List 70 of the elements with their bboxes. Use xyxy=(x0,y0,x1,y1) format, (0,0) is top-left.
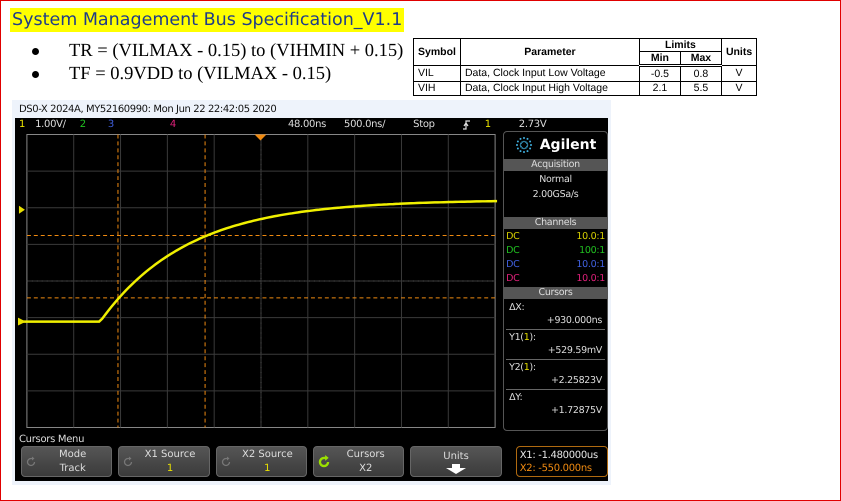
table-cell: Data, Clock Input High Voltage xyxy=(460,81,640,96)
channel-coupling: DC xyxy=(506,272,520,286)
menu-title: Cursors Menu xyxy=(18,433,86,446)
delay-value: 48.00ns xyxy=(288,119,326,130)
bullet-icon xyxy=(32,48,39,55)
brand-name: Agilent xyxy=(540,137,596,153)
table-cell: V xyxy=(721,81,757,96)
softkey[interactable]: X1 Source 1 xyxy=(118,446,210,477)
sample-rate: 2.00GSa/s xyxy=(532,188,580,202)
cursor-value: +930.000ns xyxy=(546,314,602,327)
softkey[interactable]: Units xyxy=(410,446,502,477)
channel-number[interactable]: 2 xyxy=(80,119,86,130)
probe-ratio: 10.0:1 xyxy=(576,258,605,272)
cycle-icon xyxy=(25,456,37,468)
table-header: Max xyxy=(680,52,722,66)
softkey[interactable]: X2 Source 1 xyxy=(216,446,308,477)
cursor-label: ΔY: xyxy=(509,391,524,404)
cursor-label: Y2(1): xyxy=(509,361,537,374)
table-cell: 2.1 xyxy=(639,81,680,96)
table-header: Symbol xyxy=(414,38,460,66)
trigger-level: 2.73V xyxy=(518,119,546,130)
softkey[interactable]: Mode Track xyxy=(21,446,112,477)
channel-coupling: DC xyxy=(506,258,520,272)
vertical-scale: 1.00V/ xyxy=(35,119,66,130)
cursor-value: +1.72875V xyxy=(550,404,602,417)
table-header: Parameter xyxy=(460,38,640,66)
cursor-label: Y1(1): xyxy=(509,331,537,344)
channel-coupling: DC xyxy=(506,244,520,258)
spark-logo-icon xyxy=(514,136,533,154)
table-cell: V xyxy=(721,66,757,82)
cycle-icon xyxy=(317,454,332,468)
channel-number[interactable]: 4 xyxy=(170,119,176,130)
formula-text: TF = 0.9VDD to (VILMAX - 0.15) xyxy=(69,64,332,85)
probe-ratio: 100:1 xyxy=(579,244,605,258)
acquisition-mode: Normal xyxy=(538,173,573,187)
bullet-icon xyxy=(32,71,39,78)
probe-ratio: 10.0:1 xyxy=(576,272,605,286)
table-cell: 0.8 xyxy=(680,66,722,82)
trigger-source: 1 xyxy=(484,119,491,130)
cursor-label: ΔX: xyxy=(509,301,526,314)
table-cell: -0.5 xyxy=(639,66,680,82)
cursor-value: +2.25823V xyxy=(550,374,602,387)
channel-number[interactable]: 3 xyxy=(108,119,114,130)
section-header: Channels xyxy=(504,217,607,229)
section-header: Cursors xyxy=(504,287,607,299)
table-header: Units xyxy=(721,38,757,66)
table-header: Limits xyxy=(639,38,722,52)
readout-text: X1: -1.480000us xyxy=(520,448,599,462)
page-title: System Management Bus Specification_V1.1 xyxy=(10,8,404,32)
timebase-value: 500.0ns/ xyxy=(344,119,386,130)
readout-text: X2: -550.000ns xyxy=(520,462,593,474)
table-cell: 5.5 xyxy=(680,81,722,96)
formula-text: TR = (VILMAX - 0.15) to (VIHMIN + 0.15) xyxy=(69,41,404,62)
table-header: Min xyxy=(639,52,680,66)
cursor-value: +529.59mV xyxy=(546,344,602,357)
table-cell: VIH xyxy=(414,81,460,96)
softkey[interactable]: Cursors X2 xyxy=(313,446,404,477)
rising-edge-icon xyxy=(462,120,471,130)
channel-coupling: DC xyxy=(506,230,520,244)
down-arrow-icon xyxy=(446,464,466,474)
trigger-position-icon xyxy=(254,134,266,140)
table-cell: VIL xyxy=(414,66,460,82)
screenshot-caption: DS0-X 2024A, MY52160990: Mon Jun 22 22:42:05 2020 xyxy=(18,103,278,117)
probe-ratio: 10.0:1 xyxy=(576,230,605,244)
run-state: Stop xyxy=(413,119,435,130)
channel-number[interactable]: 1 xyxy=(19,119,26,130)
cycle-icon xyxy=(220,456,232,468)
cycle-icon xyxy=(122,456,134,468)
table-cell: Data, Clock Input Low Voltage xyxy=(460,66,640,82)
section-header: Acquisition xyxy=(504,159,607,171)
